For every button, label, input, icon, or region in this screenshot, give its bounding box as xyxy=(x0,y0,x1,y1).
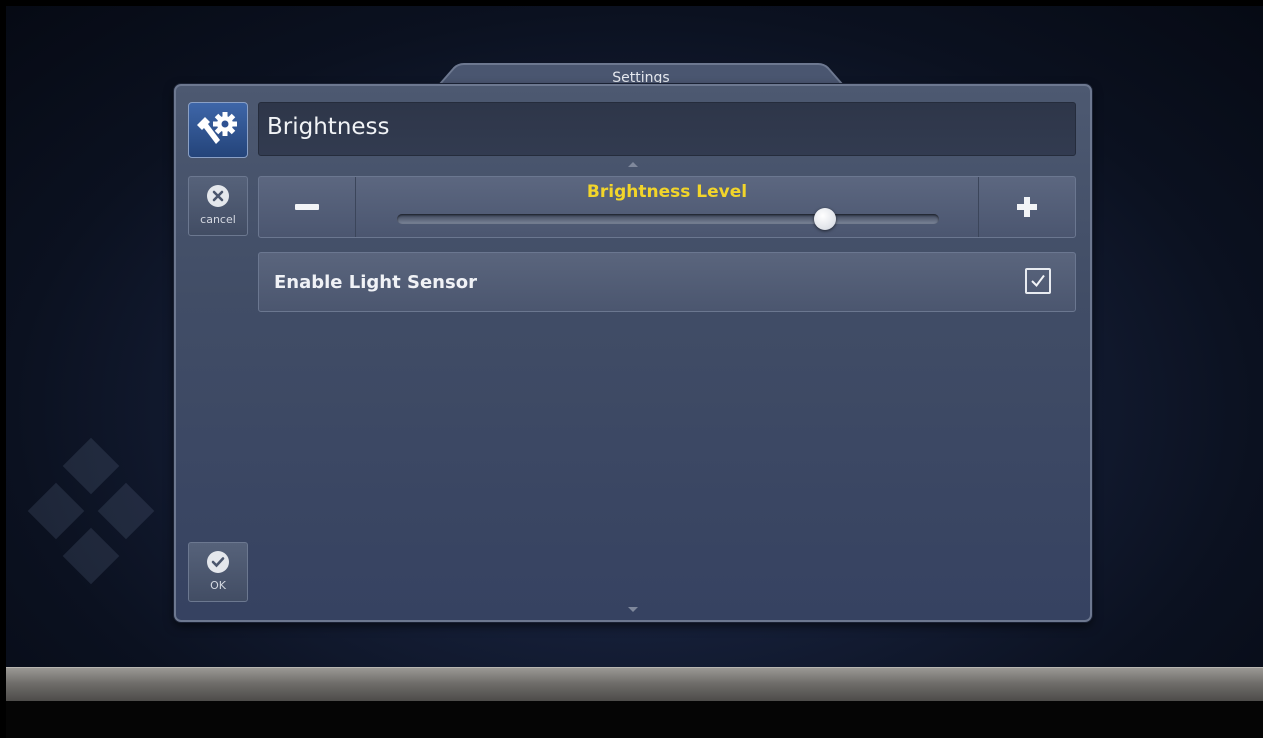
decrease-brightness-button[interactable] xyxy=(259,177,356,237)
bottom-letterbox xyxy=(6,701,1263,738)
settings-menu-button[interactable] xyxy=(188,102,248,158)
wrench-gear-icon xyxy=(197,112,237,144)
screen-background: Settings Brightness cancel Brightness Le… xyxy=(6,6,1263,738)
light-sensor-label: Enable Light Sensor xyxy=(274,272,477,293)
ok-label: OK xyxy=(210,579,226,592)
light-sensor-toggle-row[interactable]: Enable Light Sensor xyxy=(258,252,1076,312)
cancel-button[interactable]: cancel xyxy=(188,176,248,236)
scroll-up-icon[interactable] xyxy=(628,162,638,167)
brightness-level-control: Brightness Level xyxy=(258,176,1076,238)
increase-brightness-button[interactable] xyxy=(978,177,1075,237)
close-circle-icon xyxy=(207,185,229,207)
brightness-slider-track[interactable] xyxy=(397,208,939,230)
page-title: Brightness xyxy=(267,114,390,140)
minus-icon xyxy=(295,204,319,210)
background-logo-icon xyxy=(27,437,155,585)
brightness-slider-thumb[interactable] xyxy=(814,208,837,230)
light-sensor-checkbox[interactable] xyxy=(1025,268,1051,294)
plus-icon xyxy=(1017,197,1037,217)
settings-panel: Brightness cancel Brightness Level Enabl… xyxy=(174,84,1092,622)
brightness-level-label: Brightness Level xyxy=(586,182,748,202)
page-header: Brightness xyxy=(258,102,1076,156)
ok-button[interactable]: OK xyxy=(188,542,248,602)
checkmark-icon xyxy=(1031,274,1045,288)
bottom-status-bar xyxy=(6,667,1263,702)
cancel-label: cancel xyxy=(200,213,236,226)
check-circle-icon xyxy=(207,551,229,573)
scroll-down-icon[interactable] xyxy=(628,607,638,612)
